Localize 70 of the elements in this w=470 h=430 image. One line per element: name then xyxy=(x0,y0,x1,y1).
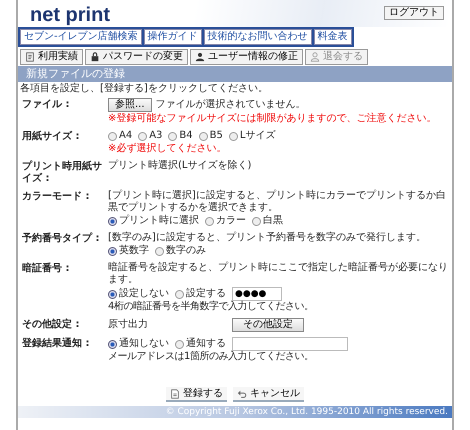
description-text: [数字のみ]に設定すると、プリント予約番号を数字のみで発行します。 xyxy=(108,232,427,244)
option-label: 設定しない xyxy=(119,288,169,300)
option-label: 設定する xyxy=(186,288,226,300)
field-label: ファイル : xyxy=(22,98,70,112)
option-label: 通知する xyxy=(186,338,226,350)
option-label: 数字のみ xyxy=(166,245,206,257)
user-outline-icon xyxy=(310,52,320,62)
file-status: ファイルが選択されていません。 xyxy=(156,99,306,111)
option-label: A3 xyxy=(149,130,162,142)
nav-button[interactable]: ユーザー情報の修正 xyxy=(190,49,303,65)
field-label: 予約番号タイプ : xyxy=(22,232,100,246)
radio-button[interactable] xyxy=(252,216,261,226)
warning-text: ※必ず選択してください。 xyxy=(108,143,228,155)
browse-button[interactable]: 参照... xyxy=(108,98,152,112)
radio-button[interactable] xyxy=(198,132,208,140)
radio-button[interactable] xyxy=(155,246,164,256)
field-label: その他設定 : xyxy=(22,318,80,332)
radio-button[interactable] xyxy=(228,132,238,140)
option-label: 通知しない xyxy=(119,338,169,350)
hint-text: メールアドレスは1箇所のみ入力してください。 xyxy=(108,351,314,363)
field-label: カラーモード : xyxy=(22,190,90,204)
option-label: カラー xyxy=(216,215,246,227)
undo-icon xyxy=(237,388,247,398)
nav-link[interactable]: 技術的なお問い合わせ xyxy=(204,29,312,45)
field-value: 原寸出力 xyxy=(108,319,148,331)
radio-button[interactable] xyxy=(168,132,178,140)
option-label: Lサイズ xyxy=(240,130,276,142)
field-label: プリント時用紙サイズ : xyxy=(22,160,103,185)
input-field[interactable] xyxy=(232,337,348,351)
warning-text: ※登録可能なファイルサイズには制限がありますので、ご注意ください。 xyxy=(108,113,438,125)
nav-button[interactable]: 利用実績 xyxy=(20,49,83,65)
radio-button[interactable] xyxy=(108,246,117,256)
radio-button[interactable] xyxy=(108,340,117,348)
radio-button[interactable] xyxy=(108,216,117,226)
instruction-text: 各項目を設定し、[登録する]をクリックしてください。 xyxy=(19,82,269,96)
radio-button[interactable] xyxy=(138,132,148,140)
lock-icon xyxy=(90,52,100,62)
option-label: A4 xyxy=(119,130,132,142)
option-label: B5 xyxy=(210,130,223,142)
nav-button[interactable]: パスワードの変更 xyxy=(85,49,188,65)
page-title: 新規ファイルの登録 xyxy=(18,66,452,82)
document-icon xyxy=(170,388,180,398)
option-label: 英数字 xyxy=(119,245,149,257)
submit-button[interactable]: 登録する xyxy=(166,387,227,402)
cancel-button[interactable]: キャンセル xyxy=(233,387,304,402)
radio-button[interactable] xyxy=(108,132,117,140)
radio-button[interactable] xyxy=(108,290,117,298)
option-label: B4 xyxy=(179,130,193,142)
description-text: [プリント時に選択]に設定すると、プリント時にカラーでプリントするか白黒でプリントするかを選択できます。 xyxy=(108,190,447,214)
user-icon xyxy=(195,52,205,62)
logo: net print xyxy=(30,4,110,26)
settings-button[interactable]: その他設定 xyxy=(232,318,304,332)
radio-button[interactable] xyxy=(175,290,184,298)
radio-button[interactable] xyxy=(175,340,184,348)
field-label: 暗証番号 : xyxy=(22,262,70,276)
logout-button[interactable]: ログアウト xyxy=(384,6,444,20)
option-label: プリント時に選択 xyxy=(119,215,199,227)
nav-link[interactable]: セブン-イレブン店舗検索 xyxy=(20,29,142,45)
footer-bar: © Copyright Fuji Xerox Co., Ltd. 1995-2010 All rights reserved. xyxy=(18,406,452,418)
description-text: 暗証番号を設定すると、プリント時にここで指定した暗証番号が必要になります。 xyxy=(108,262,448,286)
field-label: 用紙サイズ : xyxy=(22,130,80,144)
input-field[interactable]: ●●●● xyxy=(232,287,282,301)
field-label: 登録結果通知 : xyxy=(22,337,90,351)
nav-link[interactable]: 料金表 xyxy=(314,29,352,45)
option-label: 白黒 xyxy=(263,215,283,227)
nav-link[interactable]: 操作ガイド xyxy=(144,29,202,45)
history-icon xyxy=(25,52,35,62)
radio-button[interactable] xyxy=(205,216,214,226)
field-value: プリント時選択(Lサイズを除く) xyxy=(108,160,252,172)
hint-text: 4桁の暗証番号を半角数字で入力してください。 xyxy=(108,301,314,313)
